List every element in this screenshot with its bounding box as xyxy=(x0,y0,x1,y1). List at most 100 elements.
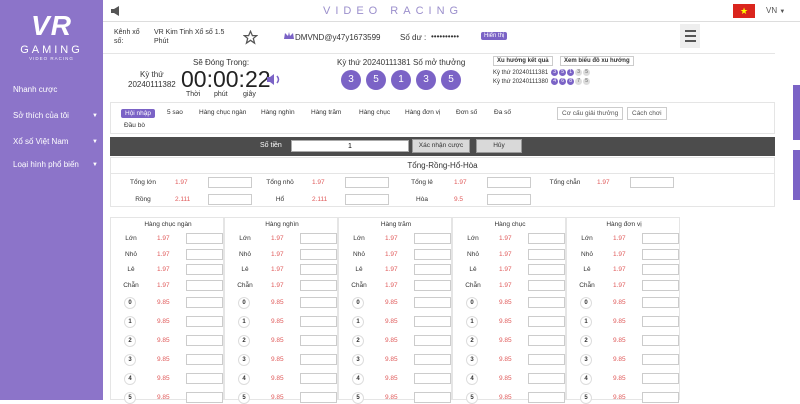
bet-amount-input[interactable] xyxy=(642,335,679,346)
sidebar-item[interactable]: Nhanh cược xyxy=(13,85,98,94)
sidebar-item[interactable]: Sở thích của tôi ▼ xyxy=(13,111,98,120)
show-balance-button[interactable]: Hiển thị xyxy=(481,32,508,40)
bet-amount-input[interactable] xyxy=(528,354,565,365)
chevron-down-icon: ▼ xyxy=(92,161,98,168)
position-column: Hàng đơn vị Lớn 1.97 Nhỏ 1.97 Lẻ 1.97 Chẵn 1.97 0… xyxy=(566,217,680,404)
bet-amount-input[interactable] xyxy=(186,392,223,403)
bet-amount-input[interactable] xyxy=(300,297,337,308)
bet-amount-input[interactable] xyxy=(642,373,679,384)
bet-amount-input[interactable] xyxy=(186,264,223,275)
confirm-bet-button[interactable]: Xác nhận cược xyxy=(412,139,470,153)
number-ball: 4 xyxy=(238,373,250,385)
bet-amount-input[interactable] xyxy=(642,297,679,308)
bet-amount-input[interactable] xyxy=(414,373,451,384)
bet-amount-input[interactable] xyxy=(414,248,451,260)
bet-amount-input[interactable] xyxy=(642,279,679,291)
side-drawer-tab[interactable] xyxy=(793,85,800,140)
bet-amount-input[interactable] xyxy=(186,248,223,260)
bet-odds: 9.85 xyxy=(385,299,398,306)
number-ball: 1 xyxy=(124,316,136,328)
bet-amount-input[interactable] xyxy=(300,316,337,327)
cancel-button[interactable]: Hủy xyxy=(476,139,522,153)
bet-amount-input[interactable] xyxy=(528,233,565,244)
tab-item[interactable]: Hội nhập xyxy=(121,109,156,118)
trend-chart-button[interactable]: Xem biểu đồ xu hướng xyxy=(560,56,634,66)
tab-item[interactable]: 5 sao xyxy=(167,109,183,116)
bet-amount-input[interactable] xyxy=(208,177,252,188)
bet-amount-input[interactable] xyxy=(300,264,337,275)
position-column-header: Hàng nghìn xyxy=(265,221,299,228)
bet-amount-input[interactable] xyxy=(300,373,337,384)
tab-item[interactable]: Hàng trăm xyxy=(311,109,341,116)
bet-amount-input[interactable] xyxy=(300,279,337,291)
bet-amount-input[interactable] xyxy=(186,233,223,244)
sidebar-item[interactable]: Loại hình phổ biến ▼ xyxy=(13,160,98,169)
bet-amount-input[interactable] xyxy=(208,194,252,205)
number-ball: 3 xyxy=(466,354,478,366)
bet-amount-input[interactable] xyxy=(186,354,223,365)
bet-amount-input[interactable] xyxy=(642,264,679,275)
position-column-header: Hàng trăm xyxy=(380,221,412,228)
brand-logo[interactable]: VR GAMING VIDEO RACING xyxy=(0,10,103,61)
tab-item[interactable]: Đơn số xyxy=(456,109,477,116)
bet-amount-input[interactable] xyxy=(528,392,565,403)
side-drawer-tab[interactable] xyxy=(793,150,800,200)
bet-amount-input[interactable] xyxy=(528,248,565,260)
bet-amount-input[interactable] xyxy=(414,264,451,275)
bet-amount-input[interactable] xyxy=(300,335,337,346)
bet-amount-input[interactable] xyxy=(528,264,565,275)
tab-item[interactable]: Hàng chục ngàn xyxy=(199,109,246,116)
bet-amount-input[interactable] xyxy=(345,194,389,205)
sidebar-item[interactable]: Xổ số Việt Nam ▼ xyxy=(13,137,98,146)
bet-label: Chẵn xyxy=(465,281,481,289)
bet-amount-input[interactable] xyxy=(642,316,679,327)
bet-amount-input[interactable] xyxy=(528,335,565,346)
trend-result-button[interactable]: Xu hướng kết quả xyxy=(493,56,553,66)
bet-amount-input[interactable] xyxy=(642,354,679,365)
tab-item[interactable]: Đa số xyxy=(494,109,511,116)
bet-amount-input[interactable] xyxy=(630,177,674,188)
tab-item[interactable]: Hàng đơn vị xyxy=(405,109,440,116)
star-icon[interactable] xyxy=(243,30,258,45)
bet-amount-input[interactable] xyxy=(300,392,337,403)
speaker-icon[interactable] xyxy=(266,73,282,86)
bet-amount-input[interactable] xyxy=(528,297,565,308)
bet-amount-input[interactable] xyxy=(528,279,565,291)
tab-item[interactable]: Đầu bò xyxy=(124,122,145,129)
bet-amount-input[interactable] xyxy=(414,279,451,291)
bet-amount-input[interactable] xyxy=(414,233,451,244)
bet-amount-input[interactable] xyxy=(642,392,679,403)
number-ball: 3 xyxy=(238,354,250,366)
bet-amount-input[interactable] xyxy=(528,373,565,384)
vietnam-flag-icon[interactable]: ★ xyxy=(733,4,755,18)
prize-structure-button[interactable]: Cơ cấu giải thưởng xyxy=(557,107,624,120)
bet-amount-input[interactable] xyxy=(642,248,679,260)
bet-amount-input[interactable] xyxy=(186,279,223,291)
bet-amount-input[interactable] xyxy=(414,392,451,403)
bet-amount-input[interactable] xyxy=(300,354,337,365)
how-to-play-button[interactable]: Cách chơi xyxy=(627,107,667,120)
bet-amount-input[interactable] xyxy=(414,335,451,346)
bet-odds: 1.97 xyxy=(385,281,398,289)
bet-amount-input[interactable] xyxy=(186,373,223,384)
language-selector[interactable]: VN ▼ xyxy=(766,6,785,15)
tab-item[interactable]: Hàng chục xyxy=(359,109,390,116)
tab-item[interactable]: Hàng nghìn xyxy=(261,109,295,116)
amount-input[interactable] xyxy=(291,140,409,152)
bet-amount-input[interactable] xyxy=(300,233,337,244)
bet-amount-input[interactable] xyxy=(345,177,389,188)
bet-amount-input[interactable] xyxy=(528,316,565,327)
bet-amount-input[interactable] xyxy=(300,248,337,260)
sidebar-item-label: Loại hình phổ biến xyxy=(13,160,79,169)
bet-amount-input[interactable] xyxy=(414,316,451,327)
bet-amount-input[interactable] xyxy=(186,316,223,327)
bet-amount-input[interactable] xyxy=(186,335,223,346)
megaphone-icon[interactable] xyxy=(110,6,122,16)
bet-amount-input[interactable] xyxy=(186,297,223,308)
bet-amount-input[interactable] xyxy=(487,194,531,205)
bet-amount-input[interactable] xyxy=(642,233,679,244)
bet-amount-input[interactable] xyxy=(414,354,451,365)
bet-odds: 9.85 xyxy=(271,337,284,344)
bet-amount-input[interactable] xyxy=(487,177,531,188)
bet-amount-input[interactable] xyxy=(414,297,451,308)
